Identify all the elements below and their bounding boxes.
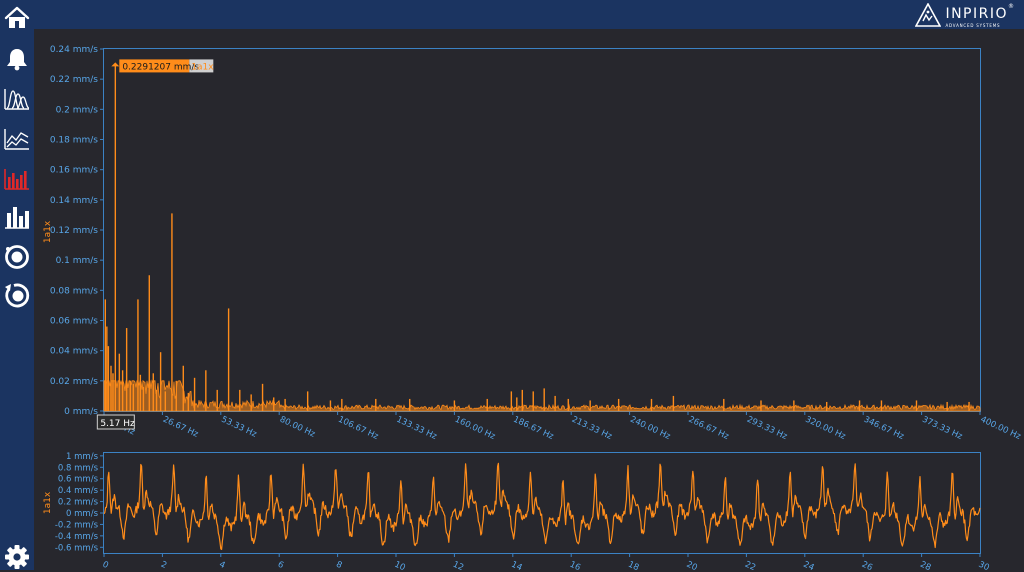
waveform-x-tick-label: 22	[743, 560, 757, 570]
spectrum-marker-label: 0.2291207 mm/s 1a1x	[119, 59, 214, 72]
waveform-y-tick-label: 0.2 mm/s	[58, 498, 99, 508]
spectrum-x-tick-label: 106.67 Hz	[336, 415, 380, 443]
spectrum-series	[104, 62, 970, 411]
spectrum-y-tick-label: 0.1 mm/s	[56, 256, 99, 266]
spectrum-y-tick-label: 0.22 mm/s	[50, 75, 98, 85]
waveform-x-axis: 0 2 4 6 8 10 12 14 16 18 20 22 24 26 28 30	[101, 553, 991, 570]
waveform-x-tick-label: 6	[276, 560, 285, 570]
waveform-x-tick-label: 2	[159, 560, 168, 570]
spectrum-x-tick-label: 53.33 Hz	[220, 415, 259, 440]
waveform-y-tick-label: 0.4 mm/s	[58, 486, 99, 496]
spectrum-y-tick-label: 0.02 mm/s	[50, 377, 98, 387]
spectrum-x-tick-label: 373.33 Hz	[920, 415, 964, 443]
spectrum-y-tick-label: 0.24 mm/s	[50, 45, 98, 55]
spectrum-x-tick-label: 320.00 Hz	[804, 415, 848, 443]
waveform-x-tick-label: 24	[802, 560, 816, 570]
spectrum-x-tick-label: 160.00 Hz	[453, 415, 497, 443]
waveform-y-axis-title: 1a1x	[43, 491, 53, 514]
waveform-x-tick-label: 26	[860, 560, 874, 570]
spectrum-y-tick-label: 0.06 mm/s	[50, 317, 98, 327]
waveform-y-tick-label: -0.6 mm/s	[55, 543, 99, 553]
spectrum-y-axis: 0 mm/s 0.02 mm/s 0.04 mm/s 0.06 mm/s 0.08 mm…	[50, 45, 104, 417]
spectrum-plot-border	[103, 48, 981, 412]
spectrum-y-tick-label: 0.16 mm/s	[50, 166, 98, 176]
spectrum-y-tick-label: 0.2 mm/s	[56, 105, 99, 115]
spectrum-x-tick-label: 240.00 Hz	[628, 415, 672, 443]
waveform-y-axis: -0.6 mm/s-0.4 mm/s -0.2 mm/s0 mm/s0.2 mm/…	[55, 452, 104, 553]
waveform-x-tick-label: 30	[977, 560, 991, 570]
waveform-x-tick-label: 8	[334, 560, 343, 570]
spectrum-marker-series: 1a1x	[191, 62, 214, 72]
spectrum-x-tick-label: 400.00 Hz	[979, 415, 1023, 443]
waveform-y-tick-label: -0.4 mm/s	[55, 532, 99, 542]
spectrum-y-tick-label: 0.14 mm/s	[50, 196, 98, 206]
spectrum-marker-value: 0.2291207 mm/s	[122, 62, 199, 72]
spectrum-marker-point	[111, 62, 120, 67]
spectrum-x-tick-label: 186.67 Hz	[512, 415, 556, 443]
spectrum-x-tick-label: 133.33 Hz	[395, 415, 439, 443]
waveform-x-tick-label: 4	[218, 560, 227, 570]
waveform-y-tick-label: 0 mm/s	[66, 509, 99, 519]
waveform-x-tick-label: 12	[451, 560, 465, 570]
spectrum-x-tick-label: 26.67 Hz	[161, 415, 200, 440]
charts-area: 0 mm/s 0.02 mm/s 0.04 mm/s 0.06 mm/s 0.08 mm…	[43, 45, 1023, 570]
waveform-x-tick-label: 10	[393, 560, 407, 570]
spectrum-y-tick-label: 0.12 mm/s	[50, 226, 98, 236]
spectrum-y-tick-label: 0.04 mm/s	[50, 347, 98, 357]
waveform-x-tick-label: 20	[685, 560, 699, 570]
waveform-chart[interactable]: -0.6 mm/s-0.4 mm/s -0.2 mm/s0 mm/s0.2 mm/…	[43, 452, 991, 570]
waveform-x-tick-label: 14	[510, 560, 524, 570]
waveform-y-tick-label: 0.8 mm/s	[58, 463, 99, 473]
waveform-plot-border	[103, 452, 981, 554]
spectrum-y-tick-label: 0 mm/s	[64, 407, 98, 417]
spectrum-noise-floor	[103, 379, 981, 412]
waveform-x-tick-label: 18	[626, 560, 640, 570]
spectrum-x-tick-label: 346.67 Hz	[862, 415, 906, 443]
spectrum-y-tick-label: 0.08 mm/s	[50, 286, 98, 296]
waveform-y-tick-label: 1 mm/s	[66, 452, 99, 462]
spectrum-x-tick-label: 80.00 Hz	[278, 415, 317, 440]
spectrum-marker-x-readout: 5.17 Hz	[96, 414, 135, 430]
spectrum-x-tick-label: 293.33 Hz	[745, 415, 789, 443]
spectrum-y-axis-title: 1a1x	[43, 220, 53, 243]
waveform-x-tick-label: 28	[918, 560, 932, 570]
waveform-y-tick-label: 0.6 mm/s	[58, 475, 99, 485]
waveform-y-tick-label: -0.2 mm/s	[55, 520, 99, 530]
waveform-x-tick-label: 0	[101, 560, 110, 570]
spectrum-y-tick-label: 0.18 mm/s	[50, 136, 98, 146]
waveform-x-tick-label: 16	[568, 560, 582, 570]
spectrum-marker-x-text: 5.17 Hz	[100, 419, 135, 429]
spectrum-x-axis: 0.00 Hz26.67 Hz53.33 Hz80.00 Hz106.67 Hz…	[103, 411, 1023, 442]
spectrum-x-tick-label: 266.67 Hz	[687, 415, 731, 443]
spectrum-x-tick-label: 213.33 Hz	[570, 415, 614, 443]
waveform-series	[103, 462, 981, 551]
spectrum-chart[interactable]: 0 mm/s 0.02 mm/s 0.04 mm/s 0.06 mm/s 0.08 mm…	[43, 45, 1023, 442]
